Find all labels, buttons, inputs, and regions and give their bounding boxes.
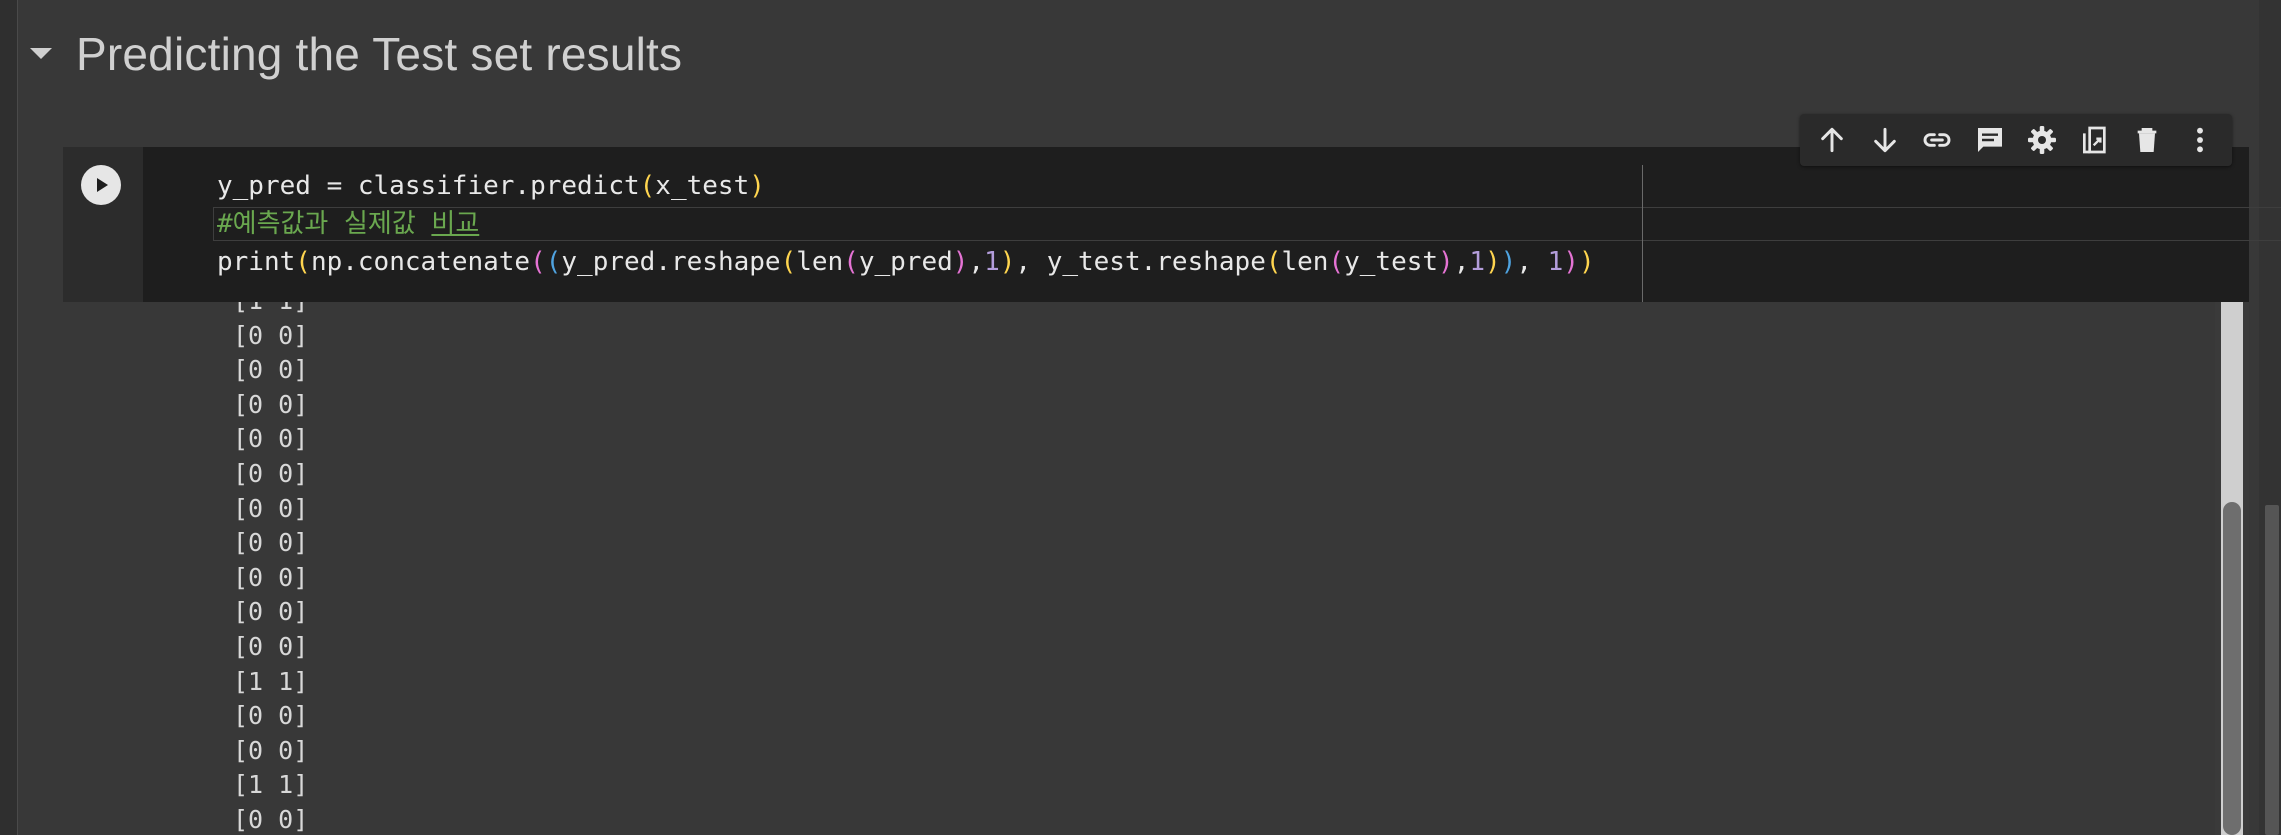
code-line-3: print(np.concatenate((y_pred.reshape(len…	[217, 243, 1595, 281]
code-bracket: (	[639, 171, 656, 201]
output-row: [0 0]	[233, 701, 309, 731]
section-title: Predicting the Test set results	[76, 28, 683, 80]
code-bracket: (	[843, 247, 859, 277]
code-comment: 비교	[431, 209, 480, 239]
code-line-1: y_pred = classifier.predict(x_test)	[217, 167, 765, 205]
code-bracket: )	[1438, 247, 1454, 277]
mirror-cell-button[interactable]	[2073, 118, 2117, 162]
play-icon	[97, 178, 108, 192]
code-token: x_test	[655, 171, 750, 201]
output-row: [0 0]	[233, 562, 309, 592]
code-cell: y_pred = classifier.predict(x_test) #예측값…	[63, 147, 2281, 835]
code-bracket: )	[1500, 247, 1517, 277]
output-scrollbar[interactable]	[2215, 302, 2249, 835]
code-token: ,	[1453, 247, 1470, 277]
output-row: [1 1]	[233, 302, 308, 319]
more-actions-button[interactable]	[2178, 118, 2222, 162]
output-row: [1 1]	[233, 666, 309, 696]
copy-link-button[interactable]	[1915, 118, 1959, 162]
code-bracket: (	[545, 247, 562, 277]
cell-toolbar	[1800, 114, 2232, 166]
code-token: y_test	[1344, 247, 1439, 277]
output-row: [1 1]	[233, 770, 309, 800]
mirror-cell-icon	[2082, 126, 2106, 154]
arrow-up-icon	[1821, 127, 1844, 153]
output-row: [0 0]	[233, 493, 309, 523]
code-token: ,	[1516, 247, 1548, 277]
arrow-down-icon	[1873, 127, 1896, 153]
output-rows: [1 1][0 0][0 0][0 0][0 0][0 0][0 0][0 0]…	[233, 302, 308, 835]
output-row: [0 0]	[233, 458, 309, 488]
code-token: y_pred	[858, 247, 953, 277]
output-row: [0 0]	[233, 355, 309, 385]
cell-settings-button[interactable]	[2020, 118, 2064, 162]
output-row: [0 0]	[233, 424, 309, 454]
gear-icon	[2028, 126, 2057, 154]
code-bracket: (	[780, 247, 797, 277]
code-editor[interactable]: y_pred = classifier.predict(x_test) #예측값…	[143, 147, 2281, 302]
comment-icon	[1977, 128, 2002, 152]
output-row: [0 0]	[233, 804, 309, 834]
output-row: [0 0]	[233, 528, 309, 558]
collapse-caret-icon[interactable]	[24, 37, 58, 71]
code-line-2: #예측값과 실제값 비교	[217, 205, 479, 243]
code-token: np.concatenate	[310, 247, 531, 277]
cell-gutter	[63, 147, 143, 302]
code-token: y_pred = classifier.predict	[217, 171, 640, 201]
move-cell-up-button[interactable]	[1810, 118, 1854, 162]
code-bracket: )	[1485, 247, 1501, 277]
output-scrollbar-thumb[interactable]	[2223, 502, 2241, 835]
code-token: ,	[968, 247, 985, 277]
add-comment-button[interactable]	[1968, 118, 2012, 162]
code-token: , y_test.reshape	[1015, 247, 1266, 277]
move-cell-down-button[interactable]	[1863, 118, 1907, 162]
editor-ruler	[1642, 165, 1643, 302]
code-bracket: (	[295, 247, 311, 277]
code-bracket: )	[1578, 247, 1595, 277]
code-number: 1	[1547, 247, 1564, 277]
code-number: 1	[1469, 247, 1486, 277]
link-icon	[1923, 133, 1951, 147]
more-vert-icon	[2196, 127, 2203, 153]
section-header: Predicting the Test set results	[24, 22, 682, 86]
output-row: [0 0]	[233, 389, 309, 419]
page-scrollbar-thumb[interactable]	[2265, 505, 2279, 835]
code-token: len	[796, 247, 844, 277]
output-row: [0 0]	[233, 320, 309, 350]
code-bracket: (	[530, 247, 546, 277]
left-rail	[0, 0, 18, 835]
run-cell-button[interactable]	[81, 165, 121, 205]
code-bracket: )	[952, 247, 969, 277]
output-row: [0 0]	[233, 631, 309, 661]
code-bracket: )	[749, 171, 765, 201]
code-comment: #예측값과 실제값	[217, 209, 432, 239]
cell-output: [1 1][0 0][0 0][0 0][0 0][0 0][0 0][0 0]…	[143, 302, 2169, 835]
code-number: 1	[984, 247, 1000, 277]
page-scrollbar[interactable]	[2259, 0, 2281, 835]
delete-cell-button[interactable]	[2125, 118, 2169, 162]
code-token: print	[217, 247, 296, 277]
code-bracket: (	[1265, 247, 1282, 277]
trash-icon	[2137, 128, 2157, 152]
code-bracket: )	[1563, 247, 1579, 277]
code-bracket: (	[1328, 247, 1345, 277]
output-row: [0 0]	[233, 597, 309, 627]
code-token: y_pred.reshape	[561, 247, 781, 277]
code-bracket: )	[999, 247, 1016, 277]
active-line-highlight	[213, 207, 2281, 241]
output-row: [0 0]	[233, 735, 309, 765]
code-token: len	[1281, 247, 1329, 277]
